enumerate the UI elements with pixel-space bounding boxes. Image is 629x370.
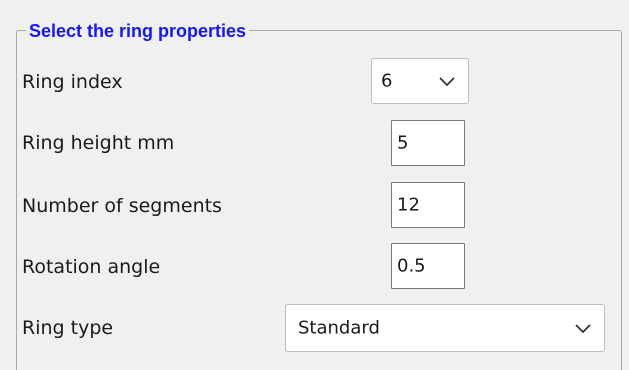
ring-type-select[interactable]: Standard [285,304,605,352]
ring-type-label: Ring type [22,317,114,339]
group-title: Select the ring properties [26,18,250,44]
ring-index-value: 6 [381,70,393,92]
ring-type-value: Standard [298,317,380,339]
segments-value: 12 [397,194,420,216]
rotation-angle-label: Rotation angle [22,256,161,278]
ring-height-input[interactable]: 5 [391,120,465,166]
chevron-down-icon [575,324,591,334]
rotation-angle-value: 0.5 [397,255,426,277]
segments-label: Number of segments [22,195,222,217]
rotation-angle-input[interactable]: 0.5 [391,243,465,289]
ring-height-label: Ring height mm [22,132,175,154]
ring-index-select[interactable]: 6 [371,58,469,104]
ring-height-value: 5 [397,132,409,154]
chevron-down-icon [439,77,455,87]
segments-input[interactable]: 12 [391,182,465,228]
ring-index-label: Ring index [22,71,123,93]
